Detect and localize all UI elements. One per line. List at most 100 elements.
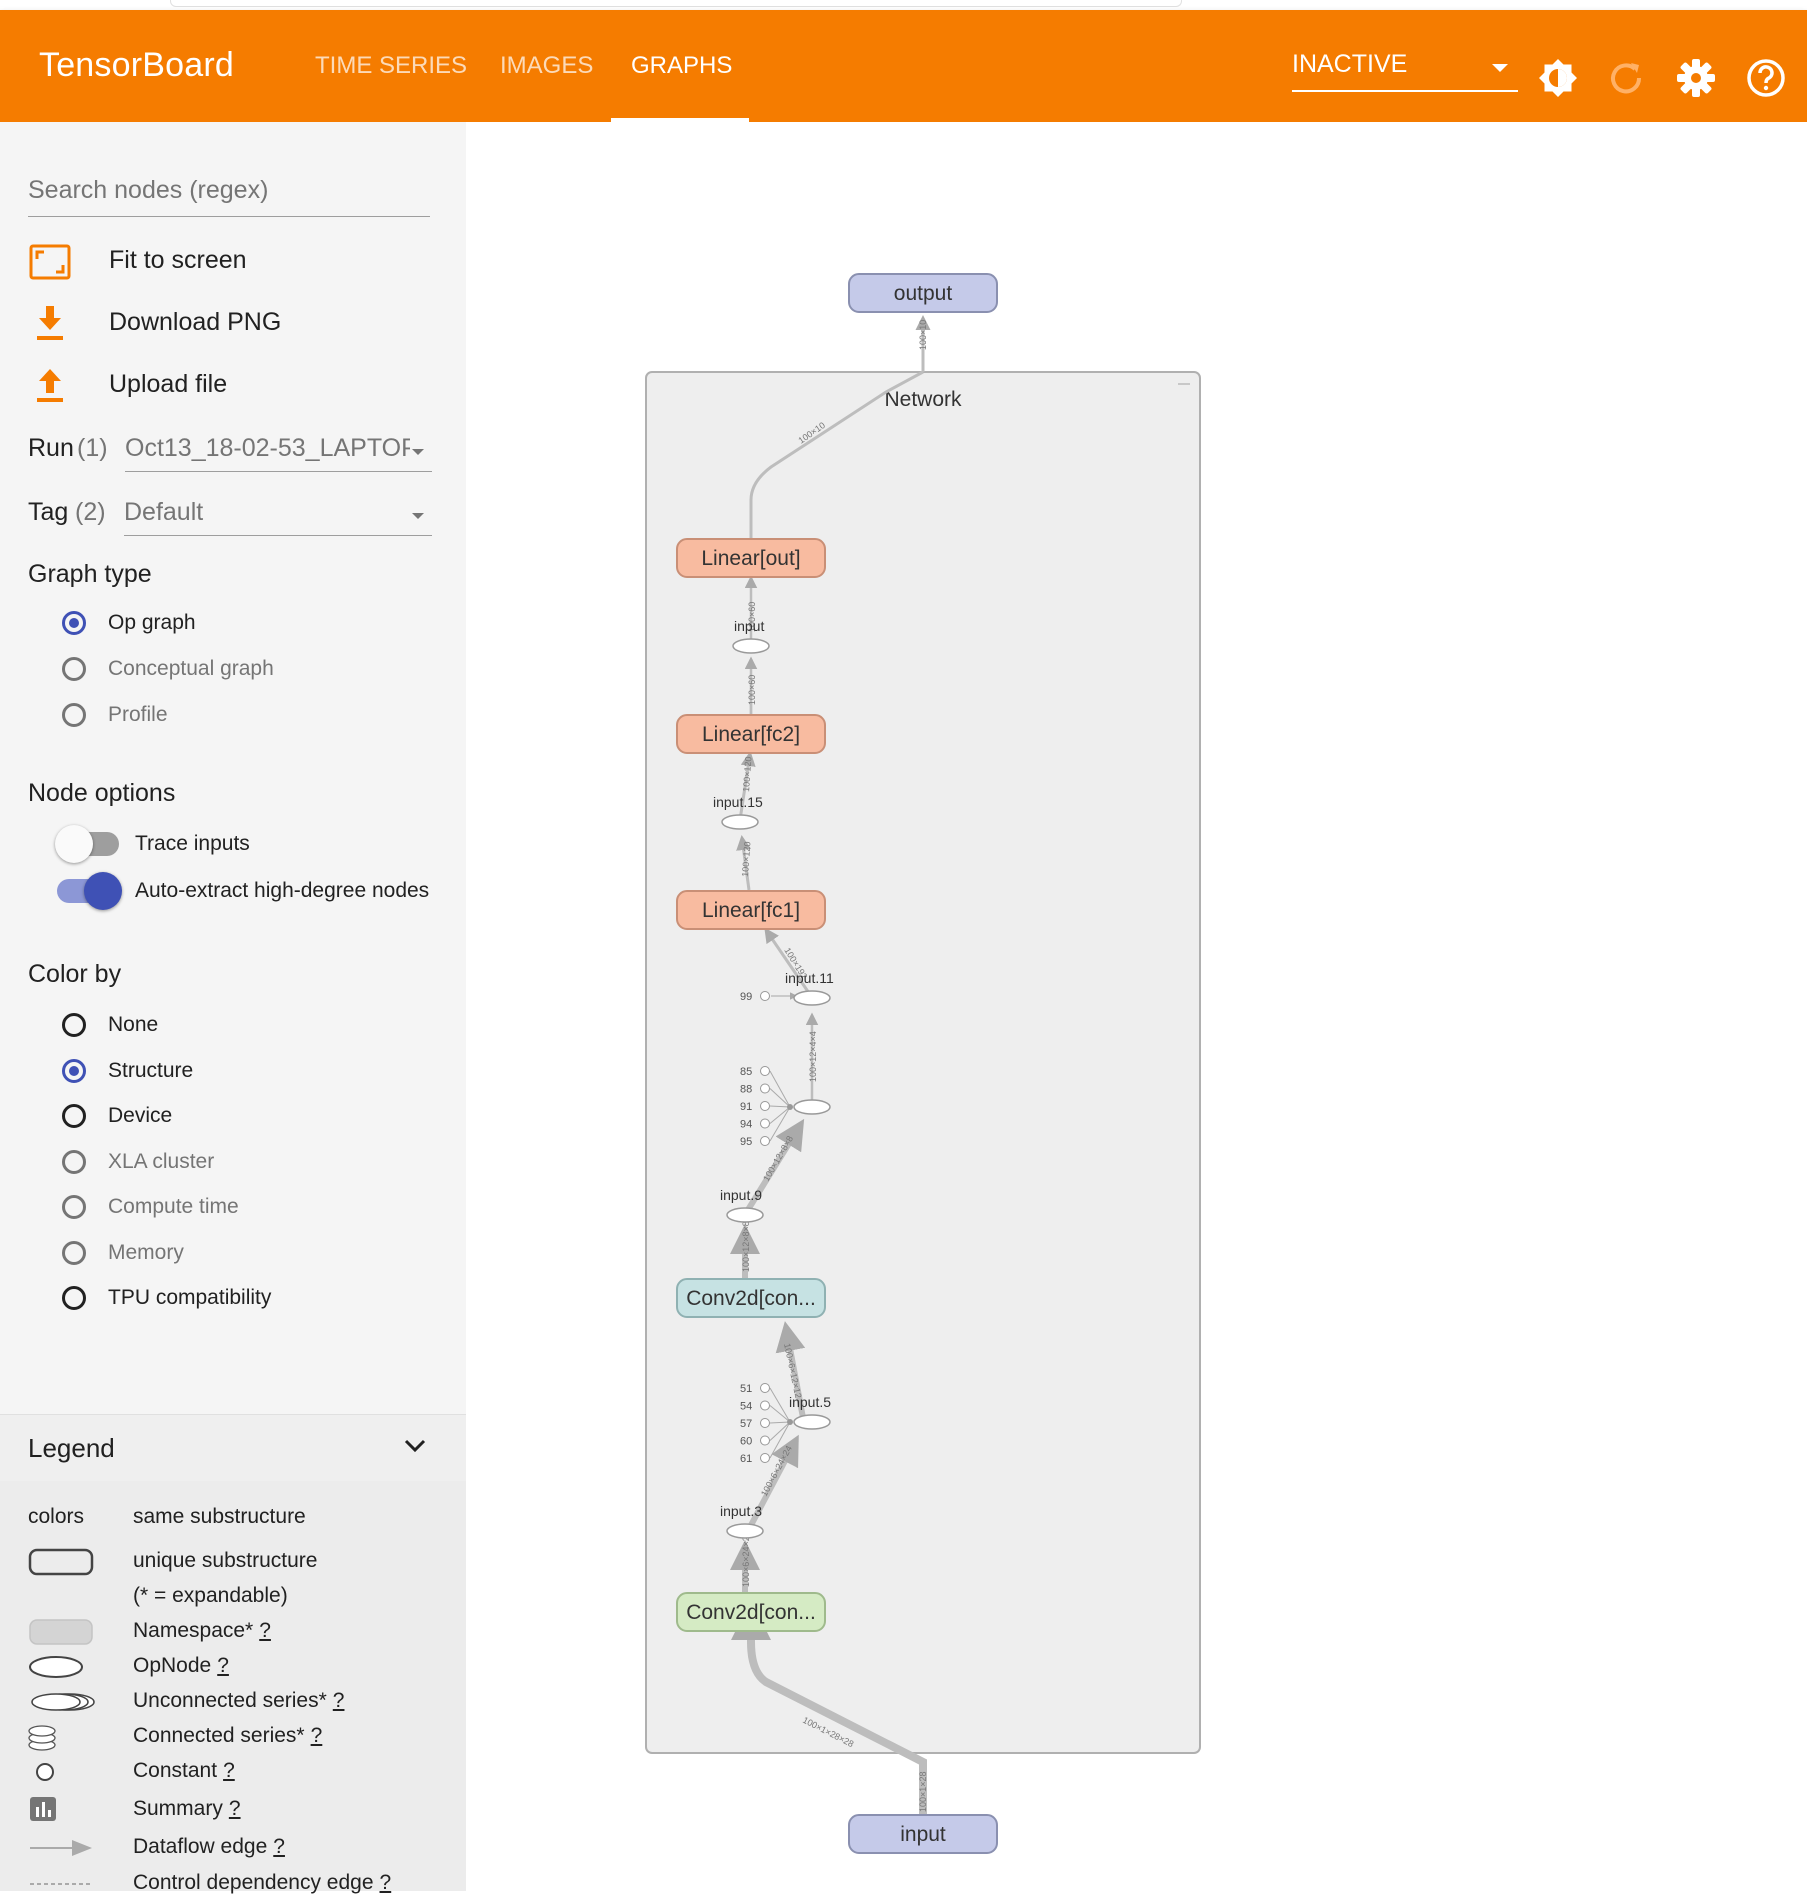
connected-series-swatch — [28, 1725, 56, 1751]
constant-node[interactable] — [760, 1118, 770, 1129]
unconnected-help-link[interactable]: ? — [333, 1689, 345, 1712]
graph-svg[interactable]: Network 8588919495 5154576061 100×10 100… — [466, 122, 1807, 1887]
tag-selector[interactable]: Tag (2) Default — [28, 486, 432, 536]
constant-node[interactable] — [760, 1453, 770, 1463]
run-count: (1) — [77, 434, 108, 462]
legend-connected: Connected series*? — [133, 1724, 323, 1747]
auto-extract-label: Auto-extract high-degree nodes — [135, 879, 430, 902]
tab-time-series[interactable]: TIME SERIES — [315, 52, 467, 80]
radio-color-compute-time[interactable]: Compute time — [62, 1194, 442, 1226]
constant-label: 94 — [740, 1119, 752, 1131]
download-icon — [37, 306, 63, 340]
theme-toggle-icon[interactable] — [1536, 56, 1580, 100]
unique-substructure-swatch — [28, 1548, 94, 1576]
run-selector[interactable]: Run (1) Oct13_18-02-53_LAPTOP- — [28, 422, 432, 472]
summary-icon — [30, 1797, 56, 1821]
edge-label-conv2-out: 100×12×8×8 — [741, 1221, 751, 1272]
radio-profile[interactable]: Profile — [62, 702, 442, 734]
edge-label-flatten: 100×12×4×4 — [808, 1031, 818, 1082]
tab-graphs[interactable]: GRAPHS — [631, 52, 732, 80]
node-conv2-label: Conv2d[con... — [686, 1287, 816, 1310]
radio-conceptual-graph[interactable]: Conceptual graph — [62, 656, 442, 688]
namespace-help-link[interactable]: ? — [259, 1619, 271, 1642]
constant-help-link[interactable]: ? — [223, 1759, 235, 1782]
radio-op-graph[interactable]: Op graph — [62, 610, 442, 642]
constant-node[interactable] — [760, 1435, 770, 1446]
constant-node[interactable] — [760, 1066, 770, 1076]
radio-unselected-icon — [62, 657, 86, 681]
radio-color-tpu-compatibility[interactable]: TPU compatibility — [62, 1285, 442, 1317]
opnode-help-link[interactable]: ? — [217, 1654, 229, 1677]
radio-color-structure[interactable]: Structure — [62, 1058, 442, 1090]
fit-to-screen-button[interactable]: Fit to screen — [28, 238, 448, 284]
radio-unselected-icon — [62, 1286, 86, 1310]
radio-unselected-icon — [62, 1150, 86, 1174]
connected-help-link[interactable]: ? — [311, 1724, 323, 1747]
node-linear-fc1-label: Linear[fc1] — [702, 899, 800, 922]
legend-connected-row: Connected series*? — [28, 1720, 458, 1754]
radio-unselected-icon — [62, 703, 86, 727]
radio-unselected-icon — [62, 1104, 86, 1128]
op-node-view[interactable] — [793, 1099, 831, 1115]
radio-label: TPU compatibility — [108, 1286, 272, 1309]
node-conv1-label: Conv2d[con... — [686, 1601, 816, 1624]
constant-node[interactable] — [760, 1418, 770, 1428]
constant-node[interactable] — [760, 1083, 770, 1094]
legend-title: Legend — [28, 1433, 115, 1463]
toggle-knob — [55, 825, 93, 863]
constant-node[interactable] — [760, 1383, 770, 1393]
legend-summary-row: Summary? — [28, 1793, 458, 1827]
search-nodes-input[interactable]: Search nodes (regex) — [28, 170, 430, 217]
refresh-icon[interactable] — [1604, 56, 1648, 100]
download-png-button[interactable]: Download PNG — [28, 300, 448, 346]
constant-node[interactable] — [760, 1136, 770, 1146]
op-node-input11[interactable] — [793, 990, 831, 1006]
upload-file-label: Upload file — [109, 370, 228, 398]
legend-colors-row: colors same substructure — [28, 1501, 458, 1535]
run-underline — [125, 471, 432, 472]
op-node-input5[interactable] — [793, 1414, 831, 1430]
radio-label: Conceptual graph — [108, 657, 274, 680]
constant-label: 60 — [740, 1436, 752, 1448]
control-help-link[interactable]: ? — [380, 1871, 392, 1894]
namespace-swatch — [29, 1619, 93, 1645]
op-node-input[interactable] — [732, 638, 770, 654]
auto-extract-toggle[interactable]: Auto-extract high-degree nodes — [55, 869, 435, 910]
radio-color-memory[interactable]: Memory — [62, 1240, 442, 1272]
network-namespace[interactable] — [645, 371, 1201, 1754]
op-label-input: input — [734, 618, 764, 634]
legend-panel: colors same substructure unique substruc… — [0, 1481, 466, 1894]
radio-color-device[interactable]: Device — [62, 1103, 442, 1135]
graph-type-title: Graph type — [28, 560, 152, 588]
summary-help-link[interactable]: ? — [229, 1797, 241, 1820]
tag-count: (2) — [75, 498, 106, 526]
op-node-input9[interactable] — [726, 1207, 764, 1223]
constant-node[interactable] — [760, 1101, 770, 1111]
legend-expandable-note: (* = expandable) — [133, 1584, 288, 1607]
constant-label: 95 — [740, 1136, 752, 1148]
legend-namespace: Namespace*? — [133, 1619, 271, 1642]
run-status-select[interactable]: INACTIVE — [1292, 42, 1518, 92]
tab-images[interactable]: IMAGES — [500, 52, 593, 80]
app-brand[interactable]: TensorBoard — [39, 46, 234, 85]
op-node-input3[interactable] — [726, 1523, 764, 1539]
legend-constant: Constant? — [133, 1759, 235, 1782]
toggle-knob — [84, 872, 122, 910]
help-icon[interactable] — [1744, 56, 1788, 100]
constant-99[interactable] — [760, 991, 770, 1001]
node-output-label: output — [894, 282, 953, 305]
legend-header[interactable]: Legend — [0, 1414, 466, 1482]
settings-icon[interactable] — [1674, 56, 1718, 100]
legend-namespace-row: Namespace*? — [28, 1615, 458, 1649]
radio-color-none[interactable]: None — [62, 1012, 442, 1044]
op-label-input15: input.15 — [713, 794, 763, 810]
constant-node[interactable] — [760, 1400, 770, 1411]
graph-canvas[interactable]: Network 85 88 91 94 95 51 54 57 60 61 100×10 — [466, 122, 1807, 1887]
trace-inputs-toggle[interactable]: Trace inputs — [55, 822, 435, 863]
upload-file-button[interactable]: Upload file — [28, 362, 448, 408]
radio-color-xla-cluster[interactable]: XLA cluster — [62, 1149, 442, 1181]
tag-value: Default — [124, 498, 204, 526]
dataflow-help-link[interactable]: ? — [273, 1835, 285, 1858]
op-node-input15[interactable] — [721, 814, 759, 830]
chevron-down-icon — [1492, 64, 1508, 72]
